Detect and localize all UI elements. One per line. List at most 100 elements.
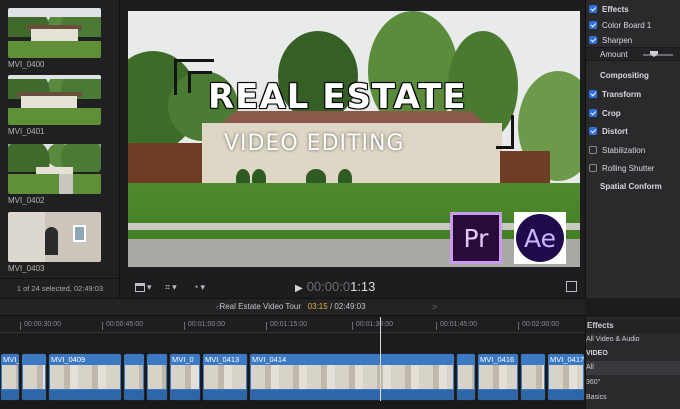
project-duration: 02:49:03 — [334, 302, 366, 311]
clip-thumbnail[interactable]: MVI_0403 — [8, 212, 101, 273]
row-label: Sharpen — [602, 35, 633, 45]
clip-image — [8, 212, 101, 262]
timeline-clip[interactable] — [123, 353, 145, 401]
checkbox[interactable] — [589, 109, 597, 117]
time-separator: / — [329, 302, 333, 311]
video-frame[interactable]: REAL ESTATE VIDEO EDITING Pr Ae — [128, 11, 580, 267]
play-icon[interactable]: ▶ — [295, 283, 303, 294]
title-bracket — [496, 115, 514, 149]
crop-icon: ⌗ — [165, 281, 171, 292]
inspector-row-sharpen[interactable]: Sharpen — [586, 33, 680, 47]
clip-image — [8, 8, 101, 58]
after-effects-label: Ae — [516, 214, 564, 262]
timecode-value: 1:13 — [350, 279, 376, 294]
effects-category[interactable]: 360° — [586, 376, 680, 390]
clip-image — [8, 75, 101, 125]
clip-label: MVI_0416 — [480, 355, 515, 364]
ruler-tick: 00:00:45:00 — [102, 321, 143, 330]
clip-image — [8, 144, 101, 194]
inspector-row-color-board[interactable]: Color Board 1 — [586, 18, 680, 32]
inspector-row-stabilization[interactable]: Stabilization — [586, 143, 680, 157]
clip-thumbnail[interactable]: MVI_0402 — [8, 144, 101, 205]
amount-slider[interactable] — [643, 54, 673, 56]
checkbox[interactable] — [589, 21, 597, 29]
timeline-clip[interactable] — [520, 353, 546, 401]
ruler-tick: 00:01:15:00 — [266, 321, 307, 330]
checkbox[interactable] — [589, 36, 597, 44]
forward-arrow-icon[interactable]: > — [432, 302, 437, 312]
viewer-controls: ▾ ⌗ ▾ ◔ ▾ ▶ 00:00:01:13 — [121, 276, 585, 298]
playhead-position: 03:15 — [307, 302, 328, 311]
after-effects-logo: Ae — [514, 212, 566, 264]
inspector-row-distort[interactable]: Distort — [586, 124, 680, 138]
chevron-down-icon: ▾ — [147, 281, 152, 292]
timeline-clip[interactable]: MVI_0416 — [477, 353, 519, 401]
inspector-row-rolling-shutter[interactable]: Rolling Shutter — [586, 161, 680, 175]
clip-name: MVI_0402 — [8, 196, 45, 205]
param-label: Amount — [600, 49, 628, 59]
ruler-tick: 00:01:00:00 — [184, 321, 225, 330]
effects-category[interactable]: Basics — [586, 391, 680, 405]
viewer: REAL ESTATE VIDEO EDITING Pr Ae ▾ ⌗ ▾ ◔ … — [121, 0, 585, 298]
inspector-row-crop[interactable]: Crop — [586, 106, 680, 120]
timeline-clip[interactable] — [456, 353, 476, 401]
clip-label: MVI_ — [3, 355, 20, 364]
ruler-tick: 00:01:45:00 — [436, 321, 477, 330]
view-options-button[interactable]: ▾ — [135, 281, 152, 293]
checkbox[interactable] — [589, 164, 597, 172]
timeline-clip[interactable]: MVI_0413 — [202, 353, 248, 401]
checkbox[interactable] — [589, 146, 597, 154]
checkbox[interactable] — [589, 127, 597, 135]
project-name: Real Estate Video Tour — [219, 302, 301, 311]
clip-label: MVI_0409 — [51, 355, 86, 364]
transform-tools-button[interactable]: ⌗ ▾ — [165, 281, 177, 293]
layout-icon — [135, 282, 145, 292]
clip-thumbnail[interactable]: MVI_0401 — [8, 75, 101, 136]
row-label: Effects — [602, 4, 629, 14]
row-label: Color Board 1 — [602, 20, 652, 30]
chevron-down-icon: ▾ — [172, 281, 177, 292]
timeline-ruler[interactable]: 00:00:30:00 00:00:45:00 00:01:00:00 00:0… — [0, 317, 585, 333]
timeline-clip[interactable]: MVI_0417 — [547, 353, 585, 401]
inspector-row-transform[interactable]: Transform — [586, 87, 680, 101]
primary-storyline: MVI_ MVI_0409 MVI_0 MVI_0413 MVI_0414 MV… — [0, 353, 585, 401]
effects-browser-title: Effects — [586, 319, 680, 333]
ruler-tick: 00:02:00:00 — [518, 321, 559, 330]
inspector-row-effects[interactable]: Effects — [586, 2, 680, 16]
clip-name: MVI_0403 — [8, 264, 45, 273]
timeline-clip[interactable]: MVI_ — [0, 353, 20, 401]
timeline-clip[interactable] — [21, 353, 47, 401]
inspector-param-amount[interactable]: Amount — [586, 47, 680, 61]
inspector-row-compositing[interactable]: Compositing — [586, 68, 680, 82]
timeline-header: < Real Estate Video Tour 03:15 / 02:49:0… — [0, 298, 585, 316]
row-label: Compositing — [600, 70, 649, 80]
clip-browser: MVI_0400 MVI_0401 MVI_0402 MVI_0403 1 of… — [0, 0, 120, 298]
timeline-clip[interactable]: MVI_0409 — [48, 353, 122, 401]
clip-name: MVI_0400 — [8, 60, 45, 69]
timeline-clip[interactable]: MVI_0414 — [249, 353, 455, 401]
premiere-logo: Pr — [450, 212, 502, 264]
clip-label: MVI_0413 — [205, 355, 240, 364]
timeline-clip[interactable] — [146, 353, 168, 401]
playhead[interactable] — [380, 317, 381, 409]
chevron-down-icon: ▾ — [200, 281, 205, 292]
clip-thumbnail[interactable]: MVI_0400 — [8, 8, 101, 69]
project-info: Real Estate Video Tour 03:15 / 02:49:03 — [0, 302, 585, 311]
title-subtitle: VIDEO EDITING — [224, 131, 405, 156]
effects-category[interactable]: All Video & Audio — [586, 333, 680, 347]
ruler-tick: 00:00:30:00 — [20, 321, 61, 330]
clip-name: MVI_0401 — [8, 127, 45, 136]
timecode-display[interactable]: ▶ 00:00:01:13 — [295, 279, 375, 294]
speed-button[interactable]: ◔ ▾ — [193, 281, 205, 293]
video-inspector: Effects Color Board 1 Sharpen Amount Com… — [585, 0, 680, 298]
effects-category[interactable]: All — [586, 361, 680, 375]
row-label: Distort — [602, 126, 628, 136]
inspector-row-spatial-conform[interactable]: Spatial Conform — [586, 179, 680, 193]
checkbox[interactable] — [589, 5, 597, 13]
slider-knob[interactable] — [650, 51, 658, 57]
timeline-clip[interactable]: MVI_0 — [169, 353, 201, 401]
ruler-tick: 00:01:30:00 — [352, 321, 393, 330]
fullscreen-icon[interactable] — [566, 281, 577, 292]
checkbox[interactable] — [589, 90, 597, 98]
row-label: Crop — [602, 108, 621, 118]
